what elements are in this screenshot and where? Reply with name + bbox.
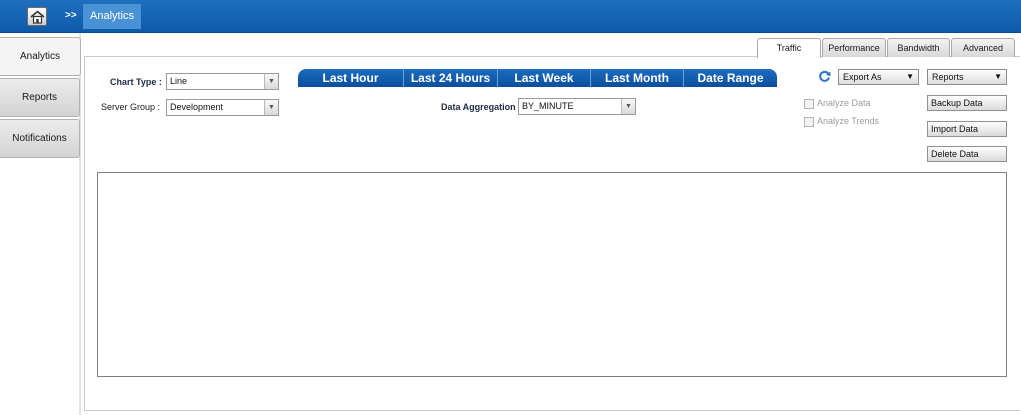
reports-dropdown[interactable]: Reports ▼ [927,69,1007,85]
top-bar: >> Analytics [0,0,1021,33]
tab-advanced[interactable]: Advanced [951,38,1015,57]
analyze-trends-label: Analyze Trends [817,116,880,126]
server-group-select[interactable]: Development ▼ [166,99,279,116]
date-range-bar: Last Hour Last 24 Hours Last Week Last M… [298,69,777,87]
reports-label: Reports [932,72,964,82]
tab-performance[interactable]: Performance [822,38,886,57]
breadcrumb-analytics[interactable]: Analytics [83,4,142,29]
chevron-down-icon: ▼ [621,99,635,114]
range-last-month[interactable]: Last Month [591,69,684,87]
delete-data-button[interactable]: Delete Data [927,146,1007,162]
refresh-icon[interactable] [818,70,831,83]
home-button[interactable] [27,7,47,26]
sidebar-item-notifications[interactable]: Notifications [0,119,80,158]
caret-down-icon: ▼ [994,72,1002,81]
analyze-data-checkbox[interactable] [804,99,814,109]
server-group-label: Server Group : [101,102,161,112]
analyze-data-label: Analyze Data [817,98,871,108]
tab-traffic[interactable]: Traffic [757,38,821,58]
breadcrumb-separator: >> [65,10,77,21]
caret-down-icon: ▼ [906,72,914,81]
chevron-down-icon: ▼ [264,100,278,115]
tab-bandwidth[interactable]: Bandwidth [887,38,950,57]
server-group-value: Development [170,102,224,112]
sidebar-item-reports[interactable]: Reports [0,78,80,117]
range-date-range[interactable]: Date Range [684,69,777,87]
backup-data-button[interactable]: Backup Data [927,95,1007,111]
chart-type-value: Line [170,76,188,86]
range-last-week[interactable]: Last Week [498,69,591,87]
chevron-down-icon: ▼ [264,74,278,89]
data-aggregation-label: Data Aggregation : [441,102,522,112]
sidebar-item-label: Reports [21,92,57,103]
sidebar-item-analytics[interactable]: Analytics [0,37,81,76]
chart-type-label: Chart Type : [110,77,162,87]
analyze-trends-checkbox[interactable] [804,117,814,127]
home-icon [30,10,45,24]
range-last-hour[interactable]: Last Hour [298,69,404,87]
data-aggregation-select[interactable]: BY_MINUTE ▼ [518,98,636,115]
export-as-label: Export As [843,72,882,82]
data-aggregation-value: BY_MINUTE [522,101,574,111]
import-data-button[interactable]: Import Data [927,121,1007,137]
export-as-dropdown[interactable]: Export As ▼ [838,69,919,85]
sidebar-item-label: Notifications [12,133,67,144]
sidebar-item-label: Analytics [19,51,60,62]
chart-area [97,172,1007,377]
chart-type-select[interactable]: Line ▼ [166,73,279,90]
range-last-24-hours[interactable]: Last 24 Hours [404,69,498,87]
